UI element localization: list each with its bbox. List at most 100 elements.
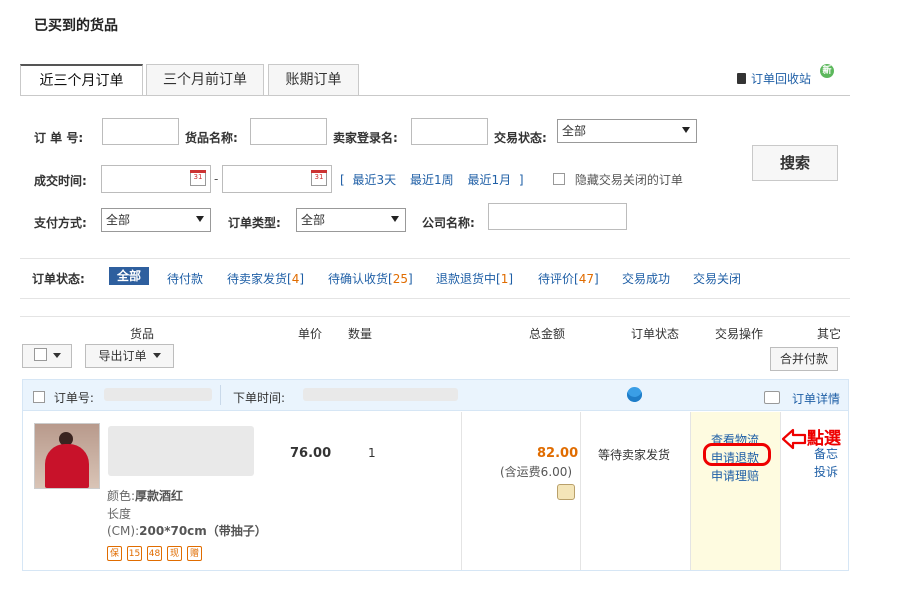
status-bar-label: 订单状态: bbox=[32, 272, 85, 286]
calendar-icon[interactable]: 31 bbox=[190, 170, 206, 186]
apply-claim-link[interactable]: 申请理赔 bbox=[711, 467, 759, 484]
tabs-divider bbox=[20, 95, 850, 96]
order-select[interactable]: 订单号: bbox=[33, 389, 94, 406]
search-button[interactable]: 搜索 bbox=[752, 145, 838, 181]
gift-tag: 赠 bbox=[187, 546, 202, 561]
company-input[interactable] bbox=[488, 203, 627, 230]
message-icon bbox=[764, 391, 780, 404]
status-pending-payment[interactable]: 待付款 bbox=[167, 270, 203, 287]
wangwang-chat-icon[interactable] bbox=[627, 387, 642, 402]
product-name-input[interactable] bbox=[250, 118, 327, 145]
dropdown-arrow-icon bbox=[196, 216, 204, 222]
quantity: 1 bbox=[368, 446, 376, 460]
hide-closed-checkbox[interactable] bbox=[553, 173, 565, 185]
48h-tag: 48 bbox=[147, 546, 162, 561]
order-no-label: 订 单 号: bbox=[34, 131, 84, 145]
annotation-label: 點選 bbox=[807, 429, 841, 449]
15day-tag: 15 bbox=[127, 546, 142, 561]
seller-login-input[interactable] bbox=[411, 118, 488, 145]
unit-price: 76.00 bbox=[290, 446, 332, 461]
col-header-trade-ops: 交易操作 bbox=[715, 327, 764, 341]
chevron-down-icon bbox=[52, 353, 61, 358]
order-total: 82.00 bbox=[537, 446, 579, 461]
deal-time-label: 成交时间: bbox=[34, 174, 87, 188]
order-checkbox[interactable] bbox=[33, 391, 45, 403]
order-type-value: 全部 bbox=[301, 213, 326, 227]
new-badge: 新 bbox=[820, 64, 834, 78]
status-success[interactable]: 交易成功 bbox=[622, 270, 670, 287]
export-orders-button[interactable]: 导出订单 bbox=[85, 344, 174, 368]
money-bag-icon bbox=[557, 484, 575, 500]
status-pending-review-label: 待评价 bbox=[538, 272, 575, 286]
quick-range-3days[interactable]: 最近3天 bbox=[353, 173, 397, 187]
status-pending-shipment-label: 待卖家发货 bbox=[227, 272, 288, 286]
cell-divider bbox=[690, 412, 691, 570]
length-value: 200*70cm（带抽子） bbox=[139, 524, 267, 538]
trade-status-label: 交易状态: bbox=[494, 131, 547, 145]
status-pending-receipt-count: 25 bbox=[392, 272, 408, 286]
order-no-redacted bbox=[104, 388, 212, 401]
hide-closed-toggle[interactable]: 隐藏交易关闭的订单 bbox=[553, 171, 683, 188]
tab-credit-orders[interactable]: 账期订单 bbox=[268, 64, 359, 95]
order-header-divider bbox=[220, 385, 221, 405]
cell-divider bbox=[461, 412, 462, 570]
col-header-quantity: 数量 bbox=[348, 327, 373, 341]
col-header-other: 其它 bbox=[817, 327, 842, 341]
page-title: 已买到的货品 bbox=[34, 18, 118, 34]
date-separator: - bbox=[214, 172, 219, 186]
product-color-attr: 颜色:厚款酒红 bbox=[107, 487, 183, 504]
status-pending-shipment[interactable]: 待卖家发货[4] bbox=[227, 270, 304, 287]
shipping-note: (含运费6.00) bbox=[500, 465, 573, 479]
payment-select[interactable]: 全部 bbox=[101, 208, 211, 232]
order-type-select[interactable]: 全部 bbox=[296, 208, 406, 232]
trade-status-value: 全部 bbox=[562, 124, 587, 138]
product-thumbnail[interactable] bbox=[34, 423, 100, 489]
status-refunding[interactable]: 退款退货中[1] bbox=[436, 270, 513, 287]
trash-icon bbox=[737, 73, 746, 84]
status-pending-payment-label: 待付款 bbox=[167, 272, 204, 286]
payment-value: 全部 bbox=[106, 213, 131, 227]
recycle-bin-label: 订单回收站 bbox=[751, 72, 812, 86]
status-refunding-label: 退款退货中 bbox=[436, 272, 497, 286]
status-bar-divider-bottom bbox=[20, 298, 850, 299]
in-stock-tag: 现 bbox=[167, 546, 182, 561]
color-label: 颜色: bbox=[107, 489, 136, 503]
status-pending-shipment-count: 4 bbox=[291, 272, 300, 286]
service-tags: 保 15 48 现赠 bbox=[107, 545, 207, 561]
red-arrow-icon bbox=[781, 428, 807, 450]
product-length-attr: 长度(CM):200*70cm（带抽子） bbox=[107, 506, 287, 540]
status-pending-receipt[interactable]: 待确认收货[25] bbox=[328, 270, 413, 287]
select-all-dropdown[interactable] bbox=[22, 344, 72, 368]
status-closed[interactable]: 交易关闭 bbox=[693, 270, 741, 287]
status-pending-review[interactable]: 待评价[47] bbox=[538, 270, 599, 287]
hide-closed-label: 隐藏交易关闭的订单 bbox=[574, 173, 683, 187]
quick-range-1month[interactable]: 最近1月 bbox=[467, 173, 511, 187]
date-from-input[interactable]: 31 bbox=[101, 165, 211, 193]
merge-pay-button[interactable]: 合并付款 bbox=[770, 347, 838, 371]
select-all-checkbox[interactable] bbox=[33, 348, 47, 361]
status-all[interactable]: 全部 bbox=[109, 267, 150, 285]
refund-highlight-circle bbox=[703, 443, 771, 466]
quick-range-1week[interactable]: 最近1周 bbox=[410, 173, 454, 187]
color-value: 厚款酒红 bbox=[135, 489, 184, 503]
dropdown-arrow-icon bbox=[682, 127, 690, 133]
complain-link[interactable]: 投诉 bbox=[814, 463, 838, 480]
trade-status-select[interactable]: 全部 bbox=[557, 119, 697, 143]
tab-before-3-months[interactable]: 三个月前订单 bbox=[146, 64, 264, 95]
calendar-icon[interactable]: 31 bbox=[311, 170, 327, 186]
tab-recent-3-months[interactable]: 近三个月订单 bbox=[20, 64, 143, 96]
col-header-order-status: 订单状态 bbox=[631, 327, 680, 341]
col-header-product: 货品 bbox=[130, 327, 155, 341]
col-header-unit-price: 单价 bbox=[298, 327, 323, 341]
status-success-label: 交易成功 bbox=[622, 272, 671, 286]
company-label: 公司名称: bbox=[422, 216, 475, 230]
order-no-input[interactable] bbox=[102, 118, 179, 145]
status-pending-receipt-label: 待确认收货 bbox=[328, 272, 389, 286]
order-no-label: 订单号: bbox=[53, 391, 94, 405]
date-to-input[interactable]: 31 bbox=[222, 165, 332, 193]
product-name-label: 货品名称: bbox=[185, 131, 238, 145]
order-detail-link[interactable]: 订单详情 bbox=[792, 390, 840, 407]
product-title-redacted[interactable] bbox=[108, 426, 254, 476]
chevron-down-icon bbox=[152, 353, 161, 358]
recycle-bin-link[interactable]: 订单回收站 bbox=[737, 70, 811, 87]
